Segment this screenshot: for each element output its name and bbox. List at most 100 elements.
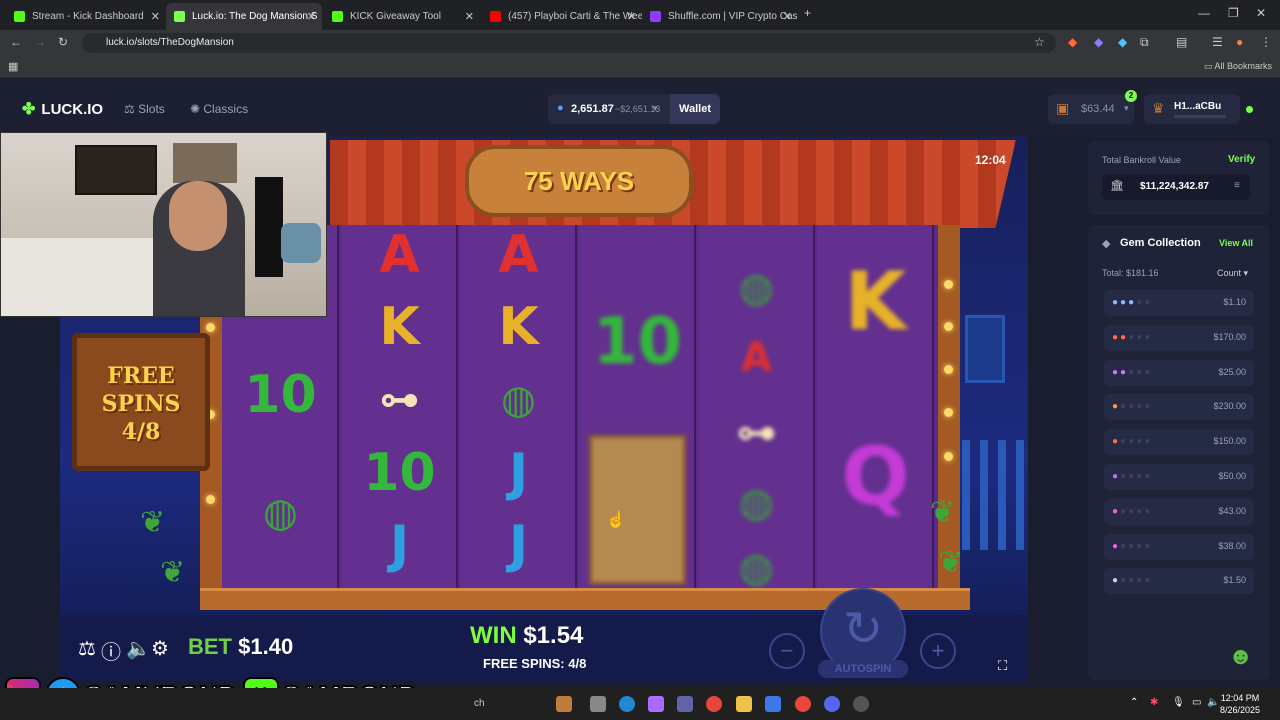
tab-shuffle[interactable]: Shuffle.com | VIP Crypto Casino ✕ bbox=[642, 3, 798, 30]
new-tab-icon[interactable]: + bbox=[804, 6, 811, 20]
gem-value: $230.00 bbox=[1213, 401, 1246, 412]
symbol-Q: Q bbox=[841, 430, 910, 523]
microphone-icon[interactable]: 🎙 bbox=[1172, 697, 1185, 708]
gem-row[interactable]: ●●●●● $230.00 bbox=[1104, 394, 1254, 421]
store-icon[interactable] bbox=[765, 696, 781, 712]
close-window-icon[interactable]: ✕ bbox=[1256, 6, 1266, 20]
mouse-cursor-icon: ☝ bbox=[606, 512, 626, 529]
chevron-down-icon: ▾ bbox=[653, 103, 658, 113]
site-logo[interactable]: ✤ LUCK.IO bbox=[22, 99, 103, 119]
gem-value: $50.00 bbox=[1218, 471, 1246, 481]
tab-luck-io[interactable]: Luck.io: The Dog Mansion S ✕ bbox=[166, 3, 322, 30]
extension-icon[interactable]: ◆ bbox=[1068, 35, 1077, 49]
info-icon[interactable]: ⓘ bbox=[101, 636, 121, 665]
gem-row[interactable]: ●●●●● $150.00 bbox=[1104, 429, 1254, 456]
symbol-A: A bbox=[498, 225, 539, 285]
teams-icon[interactable] bbox=[677, 696, 693, 712]
paytable-scale-icon[interactable]: ⚖ bbox=[78, 636, 96, 661]
taskbar-search[interactable]: ch bbox=[474, 698, 485, 709]
wallet-button[interactable]: Wallet bbox=[670, 94, 720, 124]
user-profile-button[interactable]: ♛ H1...aCBu bbox=[1144, 94, 1240, 124]
sort-dropdown[interactable]: Count ▾ bbox=[1217, 268, 1248, 279]
pepe-chat-icon[interactable]: ☻ bbox=[1228, 643, 1253, 671]
discord-icon[interactable] bbox=[824, 696, 840, 712]
gem-row[interactable]: ●●●●● $1.50 bbox=[1104, 568, 1254, 595]
fullscreen-icon[interactable]: ⛶ bbox=[998, 658, 1007, 674]
gem-value: $1.10 bbox=[1223, 297, 1246, 307]
network-icon[interactable]: ▭ bbox=[1192, 697, 1201, 708]
tab-youtube[interactable]: (457) Playboi Carti & The Week ✕ bbox=[482, 3, 642, 30]
gem-value: $170.00 bbox=[1213, 331, 1246, 342]
edge-icon[interactable] bbox=[619, 696, 635, 712]
close-icon[interactable]: ✕ bbox=[465, 10, 474, 23]
extensions-puzzle-icon[interactable]: ⧉ bbox=[1140, 35, 1149, 50]
file-explorer-icon[interactable] bbox=[736, 696, 752, 712]
extension-icon[interactable]: ◆ bbox=[1118, 35, 1127, 49]
gem-row[interactable]: ●●●●● $25.00 bbox=[1104, 359, 1254, 386]
all-bookmarks-link[interactable]: ▭ All Bookmarks bbox=[1204, 61, 1272, 72]
chest-balance[interactable]: ▣ $63.44 ▾ 2 bbox=[1048, 90, 1137, 124]
menu-icon[interactable]: ⋮ bbox=[1260, 35, 1272, 49]
light-bulb-icon bbox=[944, 408, 953, 417]
verify-link[interactable]: Verify bbox=[1228, 154, 1255, 165]
gem-row[interactable]: ●●●●● $1.10 bbox=[1104, 290, 1254, 316]
close-icon[interactable]: ✕ bbox=[783, 10, 792, 23]
bookmark-star-icon[interactable]: ☆ bbox=[1034, 35, 1045, 49]
nav-slots[interactable]: ⚖ Slots bbox=[124, 102, 165, 116]
streamer-face bbox=[169, 181, 227, 251]
tab-kick-giveaway[interactable]: KICK Giveaway Tool ✕ bbox=[324, 3, 480, 30]
close-icon[interactable]: ✕ bbox=[307, 10, 316, 23]
online-status-dot bbox=[1246, 106, 1253, 113]
gem-value: $38.00 bbox=[1218, 540, 1246, 551]
view-all-link[interactable]: View All bbox=[1219, 238, 1253, 248]
ivy-leaf-icon: ❦ bbox=[140, 506, 166, 539]
task-view-icon[interactable] bbox=[590, 696, 606, 712]
back-icon[interactable]: ← bbox=[10, 35, 22, 49]
nav-classics[interactable]: ✺ Classics bbox=[190, 102, 248, 116]
taskbar-app-icon[interactable] bbox=[556, 696, 572, 712]
increase-bet-button[interactable]: + bbox=[920, 633, 956, 669]
copilot-icon[interactable] bbox=[648, 696, 664, 712]
gem-icon: ◆ bbox=[1102, 238, 1111, 250]
url-field[interactable]: luck.io/slots/TheDogMansion bbox=[82, 33, 1056, 53]
gem-row[interactable]: ●●●●● $170.00 bbox=[1104, 324, 1254, 351]
maximize-icon[interactable]: ❐ bbox=[1228, 6, 1239, 20]
bone-symbol-icon: ⊶ bbox=[379, 377, 420, 423]
sound-icon[interactable]: 🔈 bbox=[126, 636, 151, 661]
taskbar-clock[interactable]: 12:04 PM 8/26/2025 bbox=[1220, 692, 1260, 716]
media-icon[interactable]: ☰ bbox=[1212, 35, 1223, 49]
tray-app-icon[interactable]: ✱ bbox=[1150, 697, 1158, 708]
shelf bbox=[173, 143, 237, 183]
obs-icon[interactable] bbox=[853, 696, 869, 712]
tray-chevron-icon[interactable]: ⌃ bbox=[1130, 697, 1138, 708]
forward-icon[interactable]: → bbox=[34, 35, 46, 49]
gem-slots-icon: ●●●●● bbox=[1112, 436, 1153, 448]
tab-kick-dashboard[interactable]: Stream - Kick Dashboard ✕ bbox=[6, 3, 166, 30]
gem-row[interactable]: ●●●●● $43.00 bbox=[1104, 498, 1254, 525]
game-clock: 12:04 bbox=[975, 153, 1006, 167]
light-bulb-icon bbox=[944, 365, 953, 374]
chrome-icon[interactable] bbox=[706, 696, 722, 712]
chrome-active-icon[interactable] bbox=[795, 696, 811, 712]
gem-slots-icon: ●●●●● bbox=[1112, 297, 1153, 308]
autospin-button[interactable]: AUTOSPIN bbox=[818, 660, 908, 678]
tab-title: Shuffle.com | VIP Crypto Casino bbox=[668, 11, 798, 22]
reload-icon[interactable]: ↻ bbox=[58, 35, 68, 49]
symbol-A: A bbox=[379, 225, 420, 285]
sidebar-icon[interactable]: ▤ bbox=[1176, 35, 1187, 49]
extension-icon[interactable]: ◆ bbox=[1094, 35, 1103, 49]
minimize-icon[interactable]: — bbox=[1198, 6, 1210, 20]
gear-icon[interactable]: ⚙ bbox=[151, 636, 169, 661]
dog-symbol-icon bbox=[589, 435, 686, 585]
decrease-bet-button[interactable]: − bbox=[769, 633, 805, 669]
symbol-10: 10 bbox=[363, 443, 436, 503]
close-icon[interactable]: ✕ bbox=[151, 10, 160, 23]
profile-avatar-icon[interactable]: ● bbox=[1236, 35, 1243, 49]
close-icon[interactable]: ✕ bbox=[627, 10, 636, 23]
list-icon[interactable]: ≡ bbox=[1234, 180, 1240, 191]
volume-icon[interactable]: 🔈 bbox=[1207, 697, 1219, 708]
gem-row[interactable]: ●●●●● $50.00 bbox=[1104, 464, 1254, 490]
apps-grid-icon[interactable]: ▦ bbox=[8, 60, 18, 73]
gem-row[interactable]: ●●●●● $38.00 bbox=[1104, 533, 1254, 560]
xp-bar bbox=[1174, 115, 1226, 118]
